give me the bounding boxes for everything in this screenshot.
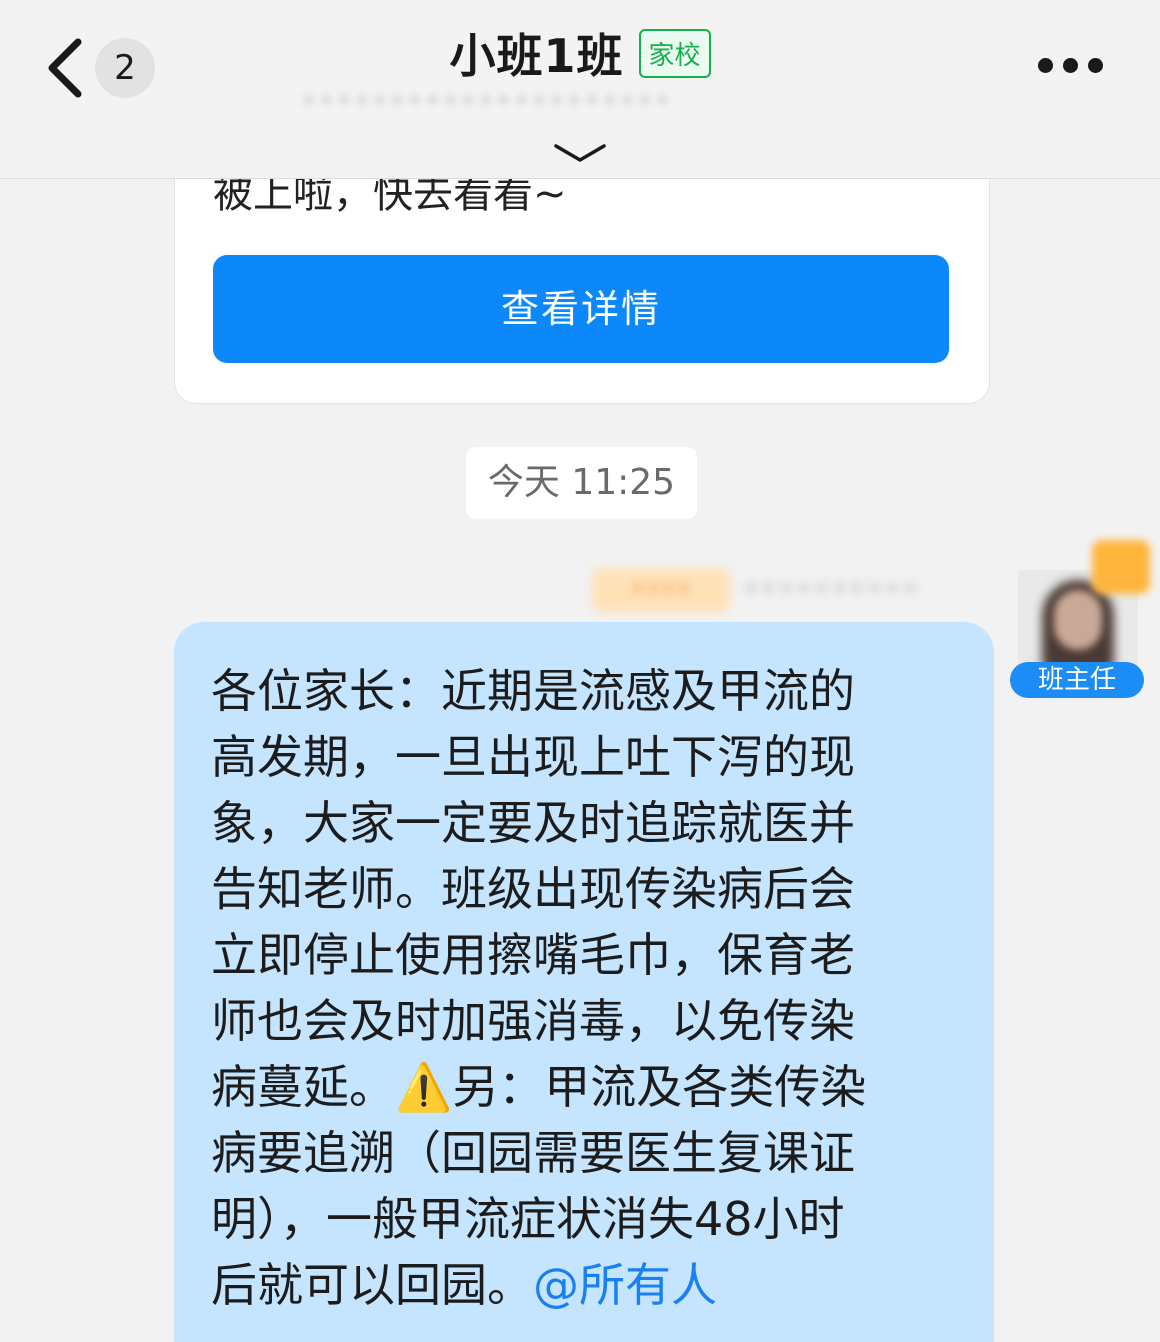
message-body-part1: 各位家长：近期是流感及甲流的 高发期，一旦出现上吐下泻的现 象，大家一定要及时追…	[211, 664, 855, 1114]
chat-subtitle: •••••••••••••••••••••	[300, 84, 672, 119]
view-details-button[interactable]: 查看详情	[213, 255, 949, 363]
crown-icon	[1092, 540, 1150, 594]
mention-all-link[interactable]: @所有人	[533, 1258, 717, 1312]
more-options-icon[interactable]	[1038, 58, 1114, 78]
warning-icon: ⚠️	[395, 1060, 453, 1114]
message-bubble[interactable]: 各位家长：近期是流感及甲流的 高发期，一旦出现上吐下泻的现 象，大家一定要及时追…	[174, 622, 994, 1342]
home-school-tag: 家校	[638, 28, 711, 78]
chat-header: 2 小班1班 家校 •••••••••••••••••••••	[0, 0, 1160, 179]
sender-name[interactable]: ••••••••••	[742, 570, 998, 610]
role-badge: 班主任	[1010, 662, 1144, 698]
message-text: 各位家长：近期是流感及甲流的 高发期，一旦出现上吐下泻的现 象，大家一定要及时追…	[211, 658, 971, 1318]
chevron-down-icon[interactable]	[552, 140, 608, 164]
sender-tag: ••••	[592, 568, 730, 612]
title-area: 小班1班 家校	[0, 20, 1160, 86]
chat-title: 小班1班	[449, 29, 624, 83]
time-divider: 今天 11:25	[466, 447, 697, 519]
